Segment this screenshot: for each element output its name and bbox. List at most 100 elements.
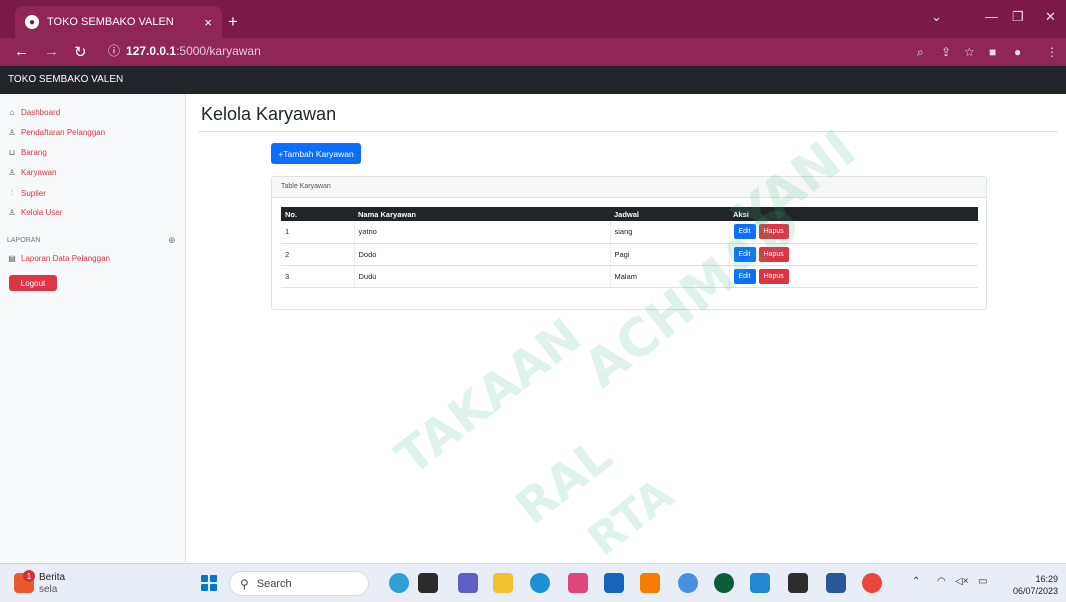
chrome-icon[interactable] xyxy=(862,573,882,593)
users-icon: ♙ xyxy=(8,128,16,137)
clock-date: 06/07/2023 xyxy=(1012,586,1058,596)
bar-chart-icon: ⫶ xyxy=(11,188,13,197)
title-divider xyxy=(198,131,1058,132)
app-navbar: TOKO SEMBAKO VALEN xyxy=(0,66,1066,94)
table-row: 3 Dudu Malam Edit Hapus xyxy=(281,265,978,288)
system-clock[interactable]: 16:29 06/07/2023 xyxy=(1004,573,1058,597)
sidebar-item-kelola-user[interactable]: ♙ Kelola User xyxy=(7,208,62,217)
windows-start-icon[interactable] xyxy=(201,575,217,591)
navbar-brand[interactable]: TOKO SEMBAKO VALEN xyxy=(8,74,123,85)
cell-no: 3 xyxy=(281,265,354,288)
sidebar-item-pendaftaran-pelanggan[interactable]: ♙ Pendaftaran Pelanggan xyxy=(7,128,105,137)
sidebar-item-label: Pendaftaran Pelanggan xyxy=(21,128,106,137)
cell-no: 2 xyxy=(281,243,354,266)
hapus-button[interactable]: Hapus xyxy=(758,268,789,284)
sidebar-item-label: Kelola User xyxy=(21,208,63,217)
cell-nama: yatno xyxy=(353,221,610,244)
app-icon-chat[interactable] xyxy=(458,573,478,593)
terminal-icon[interactable] xyxy=(788,573,808,593)
vscode-icon[interactable] xyxy=(750,573,770,593)
app-icon-circle[interactable] xyxy=(714,573,734,593)
taskbar: 1 Berita sela ⚲ Search ⌃ ◠ ◁× ▭ 16:29 06… xyxy=(0,563,1066,602)
tab-title: TOKO SEMBAKO VALEN xyxy=(47,16,174,28)
news-title: Berita xyxy=(39,572,66,583)
folder-icon[interactable] xyxy=(493,573,513,593)
cell-jadwal: siang xyxy=(609,221,729,244)
minimize-icon[interactable]: — xyxy=(985,9,998,24)
wifi-icon[interactable]: ◠ xyxy=(937,576,946,587)
edit-button[interactable]: Edit xyxy=(733,224,756,240)
plus-circle-icon[interactable]: ⊕ xyxy=(168,235,176,246)
header-nama-karyawan: Nama Karyawan xyxy=(354,207,610,221)
tab-search-chevron-icon[interactable]: ⌄ xyxy=(931,9,942,25)
hapus-button[interactable]: Hapus xyxy=(758,224,789,240)
app-icon-editor[interactable] xyxy=(640,573,660,593)
cart-icon: ⊔ xyxy=(8,148,16,157)
news-widget[interactable]: Berita sela xyxy=(39,572,65,596)
add-karyawan-button[interactable]: +Tambah Karyawan xyxy=(271,143,361,164)
sidebar-item-label: Barang xyxy=(21,148,47,157)
edit-button[interactable]: Edit xyxy=(733,246,756,262)
cell-aksi: Edit Hapus xyxy=(728,265,978,288)
cell-no: 1 xyxy=(281,221,354,244)
url-field[interactable]: ⓘ 127.0.0.1:5000/karyawan xyxy=(108,42,261,59)
edge-icon[interactable] xyxy=(530,573,550,593)
profile-avatar-icon[interactable]: ● xyxy=(1014,45,1021,59)
news-widget-icon[interactable]: 1 xyxy=(14,570,35,593)
battery-icon[interactable]: ▭ xyxy=(978,576,987,587)
bookmark-star-icon[interactable]: ☆ xyxy=(964,45,975,59)
app-icon-telegram[interactable] xyxy=(678,573,698,593)
watermark-text: TAKAAN xyxy=(385,307,592,486)
home-icon: ⌂ xyxy=(9,108,15,117)
window-close-icon[interactable]: ✕ xyxy=(1045,9,1056,25)
browser-tab[interactable]: ● TOKO SEMBAKO VALEN × xyxy=(15,6,222,38)
url-path: :5000/karyawan xyxy=(176,44,261,58)
cell-jadwal: Pagi xyxy=(609,243,729,266)
table-header-row: No. Nama Karyawan Jadwal Aksi xyxy=(281,207,978,221)
browser-tab-strip: ● TOKO SEMBAKO VALEN × + ⌄ — ❐ ✕ xyxy=(0,0,1066,38)
table-row: 2 Dodo Pagi Edit Hapus xyxy=(281,243,978,266)
header-jadwal: Jadwal xyxy=(610,207,729,221)
back-icon[interactable]: ← xyxy=(14,43,29,60)
forward-icon[interactable]: → xyxy=(44,43,59,60)
karyawan-table: No. Nama Karyawan Jadwal Aksi 1 yatno si… xyxy=(281,207,978,288)
sidebar-item-label: Dashboard xyxy=(21,108,61,117)
sidebar-item-label: Karyawan xyxy=(21,168,57,177)
sidebar-item-barang[interactable]: ⊔ Barang xyxy=(7,148,47,157)
app-icon-task-view[interactable] xyxy=(418,573,438,593)
share-icon[interactable]: ⇪ xyxy=(941,45,951,59)
side-panel-icon[interactable]: ■ xyxy=(989,45,996,59)
reload-icon[interactable]: ↻ xyxy=(74,43,87,61)
edit-button[interactable]: Edit xyxy=(733,268,756,284)
tray-chevron-icon[interactable]: ⌃ xyxy=(912,576,920,587)
header-aksi: Aksi xyxy=(729,207,978,221)
header-no: No. xyxy=(281,207,354,221)
url-host: 127.0.0.1 xyxy=(126,44,177,58)
restore-icon[interactable]: ❐ xyxy=(1012,9,1024,25)
new-tab-icon[interactable]: + xyxy=(228,12,238,32)
address-bar: ← → ↻ ⓘ 127.0.0.1:5000/karyawan ⌕ ⇪ ☆ ■ ●… xyxy=(0,38,1066,66)
watermark-text: RAL xyxy=(505,427,623,536)
mail-icon[interactable] xyxy=(604,573,624,593)
sidebar-item-suplier[interactable]: ⫶ Suplier xyxy=(7,188,46,198)
cell-aksi: Edit Hapus xyxy=(728,221,978,244)
sidebar-item-dashboard[interactable]: ⌂ Dashboard xyxy=(7,108,61,117)
word-icon[interactable] xyxy=(826,573,846,593)
app-icon-store[interactable] xyxy=(568,573,588,593)
app-icon-browser[interactable] xyxy=(389,573,409,593)
sidebar-item-laporan-data-pelanggan[interactable]: ▤ Laporan Data Pelanggan xyxy=(7,254,110,263)
cell-nama: Dudu xyxy=(353,265,610,288)
tab-close-icon[interactable]: × xyxy=(204,15,212,30)
sidebar-heading-laporan: LAPORAN xyxy=(7,237,41,244)
notification-badge: 1 xyxy=(23,570,35,582)
search-label: Search xyxy=(256,577,292,590)
logout-button[interactable]: Logout xyxy=(9,275,57,291)
taskbar-search[interactable]: ⚲ Search xyxy=(229,571,369,596)
browser-menu-icon[interactable]: ⋮ xyxy=(1046,45,1058,59)
zoom-icon[interactable]: ⌕ xyxy=(917,45,924,60)
hapus-button[interactable]: Hapus xyxy=(758,246,789,262)
site-info-icon[interactable]: ⓘ xyxy=(108,42,120,59)
sidebar-item-karyawan[interactable]: ♙ Karyawan xyxy=(7,168,57,177)
speaker-icon[interactable]: ◁× xyxy=(955,576,969,587)
site-favicon-icon: ● xyxy=(25,15,39,29)
